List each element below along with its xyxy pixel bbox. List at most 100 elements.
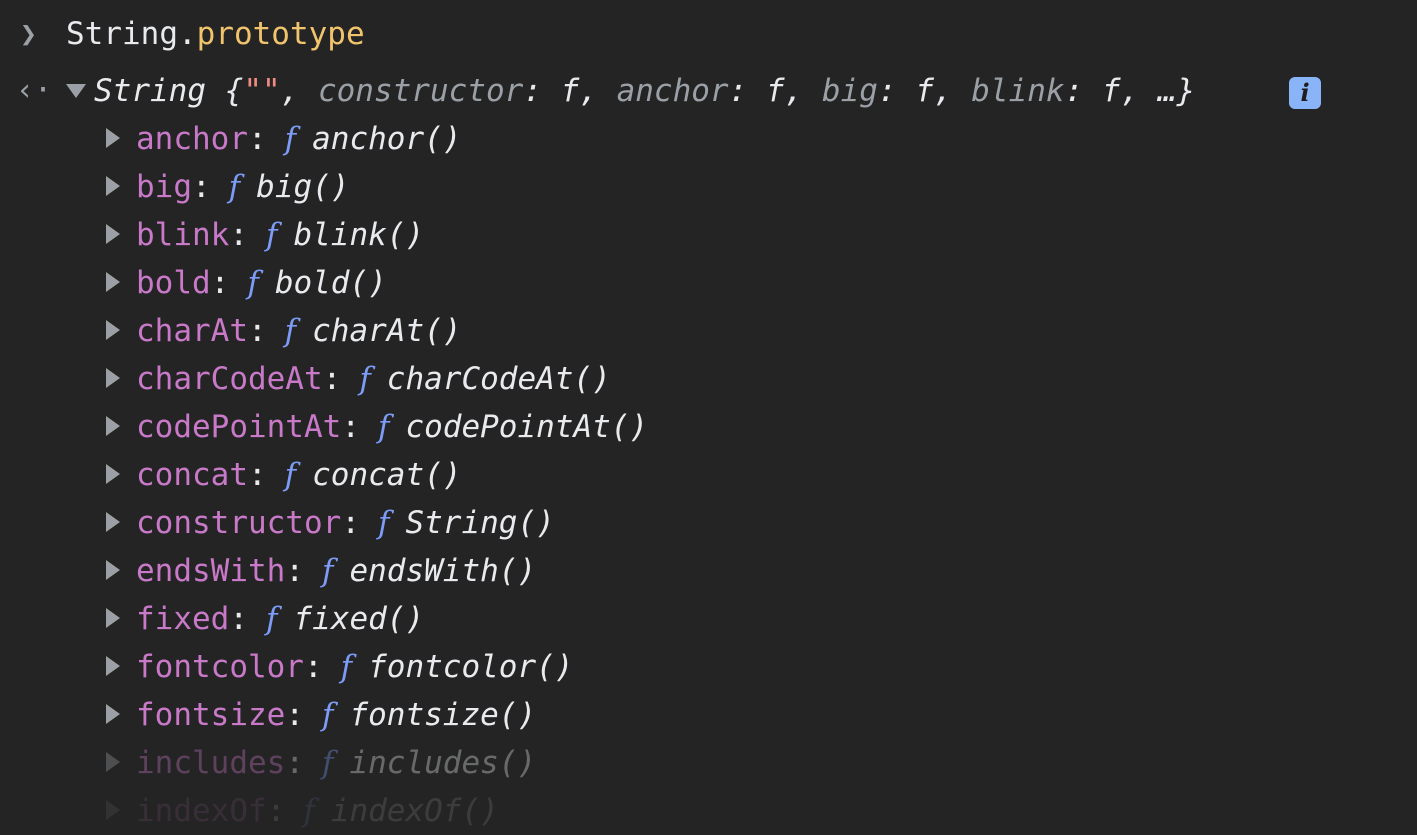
input-dot: . (177, 16, 197, 52)
property-colon: : (247, 121, 267, 157)
property-key: endsWith (136, 553, 286, 589)
property-colon: : (341, 409, 360, 445)
function-glyph: f (340, 649, 353, 685)
function-name: fixed() (293, 601, 425, 637)
collapsed-triangle-icon[interactable] (106, 415, 120, 436)
property-row[interactable]: concat: f concat() (106, 451, 461, 499)
function-glyph: f (359, 361, 371, 397)
collapsed-triangle-icon[interactable] (106, 799, 120, 820)
property-row[interactable]: endsWith: f endsWith() (106, 547, 536, 595)
property-colon: : (285, 553, 304, 589)
property-row[interactable]: bold: f bold() (106, 259, 387, 307)
collapsed-triangle-icon[interactable] (106, 271, 120, 292)
property-colon: : (303, 649, 323, 685)
info-icon[interactable]: i (1289, 77, 1321, 109)
property-row[interactable]: indexOf: f indexOf() (106, 787, 499, 835)
prompt-chevron-icon: ❯ (20, 17, 37, 50)
property-row[interactable]: charCodeAt: f charCodeAt() (106, 355, 611, 403)
collapsed-triangle-icon[interactable] (106, 607, 120, 628)
preview-key: blink (971, 73, 1065, 109)
collapsed-triangle-icon[interactable] (106, 175, 120, 196)
property-row[interactable]: codePointAt: f codePointAt() (106, 403, 648, 451)
property-row[interactable]: constructor: f String() (106, 499, 555, 547)
property-row[interactable]: big: f big() (106, 163, 349, 211)
return-arrow-icon: ‹· (16, 73, 53, 108)
function-name: codePointAt() (405, 409, 649, 445)
function-name: charCodeAt() (386, 361, 611, 397)
function-glyph: f (284, 121, 297, 157)
function-name: fontsize() (349, 697, 537, 733)
function-glyph: f (377, 505, 390, 541)
preview-value: : f, (728, 73, 822, 109)
preview-value: : f, …} (1064, 73, 1196, 109)
property-key: bold (136, 265, 211, 301)
function-name: includes() (349, 745, 537, 781)
function-name: endsWith() (349, 553, 537, 589)
function-glyph: f (284, 457, 297, 493)
open-brace: { (205, 73, 244, 109)
function-name: fontcolor() (368, 649, 574, 685)
property-key: charAt (136, 313, 248, 349)
property-key: big (136, 169, 192, 205)
property-colon: : (285, 697, 304, 733)
function-name: indexOf() (330, 793, 499, 829)
function-name: String() (405, 505, 555, 541)
property-key: fontsize (136, 697, 286, 733)
expanded-triangle-icon[interactable] (66, 83, 86, 98)
preview-key: big (821, 73, 878, 109)
preview-key: constructor (317, 73, 524, 109)
collapsed-triangle-icon[interactable] (106, 127, 120, 148)
collapsed-triangle-icon[interactable] (106, 223, 120, 244)
function-glyph: f (321, 697, 334, 733)
property-colon: : (285, 745, 304, 781)
function-glyph: f (266, 217, 278, 253)
property-colon: : (247, 457, 267, 493)
property-row[interactable]: fixed: f fixed() (106, 595, 424, 643)
function-name: anchor() (312, 121, 462, 157)
function-name: concat() (312, 457, 462, 493)
property-row[interactable]: charAt: f charAt() (106, 307, 461, 355)
property-colon: : (192, 169, 211, 205)
property-colon: : (229, 601, 248, 637)
collapsed-triangle-icon[interactable] (106, 511, 120, 532)
collapsed-triangle-icon[interactable] (106, 703, 120, 724)
property-key: concat (136, 457, 248, 493)
property-key: codePointAt (136, 409, 342, 445)
console-input-expression[interactable]: String.prototype (66, 10, 365, 58)
input-object: String (66, 16, 178, 52)
function-name: charAt() (312, 313, 462, 349)
property-key: blink (136, 217, 230, 253)
property-key: anchor (136, 121, 248, 157)
console-result-line: ‹· String {"", constructor: f, anchor: f… (0, 67, 1417, 115)
property-row[interactable]: fontcolor: f fontcolor() (106, 643, 573, 691)
console-input-line: ❯ String.prototype (0, 10, 1417, 58)
function-glyph: f (321, 553, 334, 589)
property-colon: : (229, 217, 248, 253)
property-key: fixed (136, 601, 230, 637)
function-name: big() (256, 169, 350, 205)
preview-value: : f, (523, 73, 617, 109)
property-key: constructor (136, 505, 342, 541)
function-name: bold() (274, 265, 387, 301)
collapsed-triangle-icon[interactable] (106, 367, 120, 388)
property-row[interactable]: anchor: f anchor() (106, 115, 461, 163)
function-glyph: f (228, 169, 241, 205)
preview-separator: , (280, 73, 318, 109)
property-key: charCodeAt (136, 361, 323, 397)
string-literal: "" (243, 73, 281, 109)
collapsed-triangle-icon[interactable] (106, 751, 120, 772)
object-type: String (94, 73, 206, 109)
collapsed-triangle-icon[interactable] (106, 319, 120, 340)
function-glyph: f (247, 265, 259, 301)
collapsed-triangle-icon[interactable] (106, 463, 120, 484)
property-row[interactable]: includes: f includes() (106, 739, 536, 787)
property-colon: : (210, 265, 230, 301)
collapsed-triangle-icon[interactable] (106, 559, 120, 580)
property-colon: : (322, 361, 342, 397)
object-summary[interactable]: String {"", constructor: f, anchor: f, b… (66, 67, 1195, 115)
collapsed-triangle-icon[interactable] (106, 655, 120, 676)
property-row[interactable]: fontsize: f fontsize() (106, 691, 536, 739)
property-row[interactable]: blink: f blink() (106, 211, 424, 259)
property-key: indexOf (136, 793, 267, 829)
function-glyph: f (266, 601, 278, 637)
